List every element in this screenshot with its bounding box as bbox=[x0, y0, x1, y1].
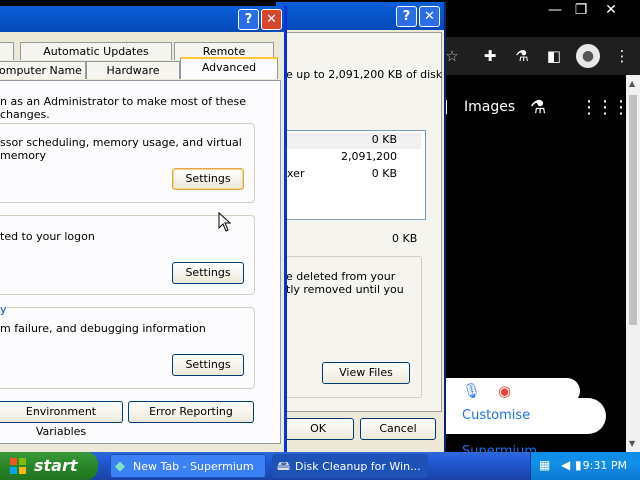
taskbar-item-disk-cleanup[interactable]: 🖴 Disk Cleanup for Win... bbox=[272, 454, 428, 478]
ok-button[interactable]: OK bbox=[282, 418, 354, 440]
windows-logo-icon bbox=[10, 458, 26, 474]
performance-text: ssor scheduling, memory usage, and virtu… bbox=[0, 136, 242, 162]
total-size: 0 KB bbox=[392, 232, 418, 245]
system-properties-titlebar: ? ✕ bbox=[0, 6, 284, 32]
menu-icon[interactable]: ⋮ bbox=[612, 46, 632, 66]
startup-recovery-label: y bbox=[0, 303, 7, 316]
scroll-down-icon[interactable]: ▼ bbox=[629, 439, 635, 448]
help-icon[interactable]: ? bbox=[238, 9, 259, 30]
customise-button[interactable]: Customise Supermium bbox=[446, 398, 606, 459]
startup-recovery-text: m failure, and debugging information bbox=[0, 322, 206, 335]
sidepanel-icon[interactable]: ◧ bbox=[544, 46, 564, 66]
error-reporting-button[interactable]: Error Reporting bbox=[128, 401, 254, 423]
browser-titlebar: — ❐ ✕ bbox=[440, 0, 640, 22]
close-icon[interactable]: ✕ bbox=[600, 2, 622, 18]
tray-chevron-icon[interactable]: ◀ bbox=[561, 458, 570, 472]
network-icon[interactable]: ▮ bbox=[575, 458, 582, 472]
tab-computer-name[interactable]: omputer Name bbox=[0, 61, 86, 79]
system-tray: ▦ ◀ ▮ 9:31 PM bbox=[530, 452, 640, 480]
environment-variables-button[interactable]: Environment Variables bbox=[0, 401, 123, 438]
lab-icon[interactable]: ⚗ bbox=[512, 46, 532, 66]
labs-icon[interactable]: ⚗ bbox=[530, 97, 546, 118]
performance-settings-button[interactable]: Settings bbox=[172, 168, 244, 190]
cleanup-description: e up to 2,091,200 KB of disk bbox=[286, 68, 443, 81]
profile-avatar-icon[interactable]: ● bbox=[576, 44, 600, 68]
disk-cleanup-icon: 🖴 bbox=[277, 459, 291, 474]
list-item[interactable]: xer 0 KB bbox=[287, 167, 421, 183]
browser-toolbar: ☆ ✚ ⚗ ◧ ● ⋮ bbox=[440, 37, 640, 75]
scroll-thumb[interactable] bbox=[629, 95, 637, 325]
taskbar: start ◆ New Tab - Supermium 🖴 Disk Clean… bbox=[0, 452, 640, 480]
tab-automatic-updates[interactable]: Automatic Updates bbox=[20, 42, 172, 60]
scroll-up-icon[interactable]: ▲ bbox=[629, 79, 635, 88]
start-button[interactable]: start bbox=[0, 452, 98, 480]
list-item[interactable]: 2,091,200 bbox=[287, 150, 421, 166]
browser-scrollbar[interactable]: ▲ ▼ bbox=[626, 75, 640, 452]
close-icon[interactable]: ✕ bbox=[419, 6, 440, 27]
performance-group: ssor scheduling, memory usage, and virtu… bbox=[0, 123, 255, 203]
user-profiles-settings-button[interactable]: Settings bbox=[172, 262, 244, 284]
help-icon[interactable]: ? bbox=[396, 6, 417, 27]
group-description: e deleted from your tly removed until yo… bbox=[286, 270, 404, 296]
system-properties-dialog: ? ✕ Automatic Updates Remote omputer Nam… bbox=[0, 6, 287, 452]
clock[interactable]: 9:31 PM bbox=[583, 452, 627, 480]
startup-recovery-settings-button[interactable]: Settings bbox=[172, 354, 244, 376]
browser-window: — ❐ ✕ ☆ ✚ ⚗ ◧ ● ⋮ | Images ⚗ ⋮⋮⋮ 🎙 ◉ Cus… bbox=[440, 0, 640, 459]
mouse-cursor-icon bbox=[218, 212, 232, 232]
close-icon[interactable]: ✕ bbox=[261, 9, 282, 30]
disk-cleanup-dialog: ? ✕ e up to 2,091,200 KB of disk 0 KB 2,… bbox=[276, 2, 446, 452]
extensions-icon[interactable]: ✚ bbox=[480, 46, 500, 66]
tab-hidden[interactable] bbox=[0, 42, 14, 60]
images-link[interactable]: Images bbox=[464, 99, 515, 115]
startup-recovery-group: y m failure, and debugging information S… bbox=[0, 303, 255, 389]
admin-note: n as an Administrator to make most of th… bbox=[0, 95, 247, 121]
view-files-button[interactable]: View Files bbox=[322, 362, 410, 384]
cancel-button[interactable]: Cancel bbox=[360, 418, 436, 440]
files-to-delete-list[interactable]: 0 KB 2,091,200 xer 0 KB bbox=[286, 130, 426, 220]
apps-grid-icon[interactable]: ⋮⋮⋮ bbox=[580, 97, 630, 118]
advanced-tab-panel: n as an Administrator to make most of th… bbox=[0, 80, 281, 444]
keyboard-icon[interactable]: ▦ bbox=[539, 458, 550, 472]
taskbar-item-supermium[interactable]: ◆ New Tab - Supermium bbox=[110, 454, 266, 478]
disk-cleanup-titlebar: ? ✕ bbox=[276, 2, 444, 30]
restore-icon[interactable]: ❐ bbox=[570, 2, 592, 18]
tab-hardware[interactable]: Hardware bbox=[86, 61, 180, 79]
browser-icon: ◆ bbox=[115, 459, 125, 474]
user-profiles-group: ted to your logon Settings bbox=[0, 215, 255, 295]
tab-advanced[interactable]: Advanced bbox=[180, 57, 278, 79]
minimize-icon[interactable]: — bbox=[544, 2, 566, 18]
user-profiles-text: ted to your logon bbox=[0, 230, 95, 243]
list-item[interactable]: 0 KB bbox=[287, 133, 421, 149]
